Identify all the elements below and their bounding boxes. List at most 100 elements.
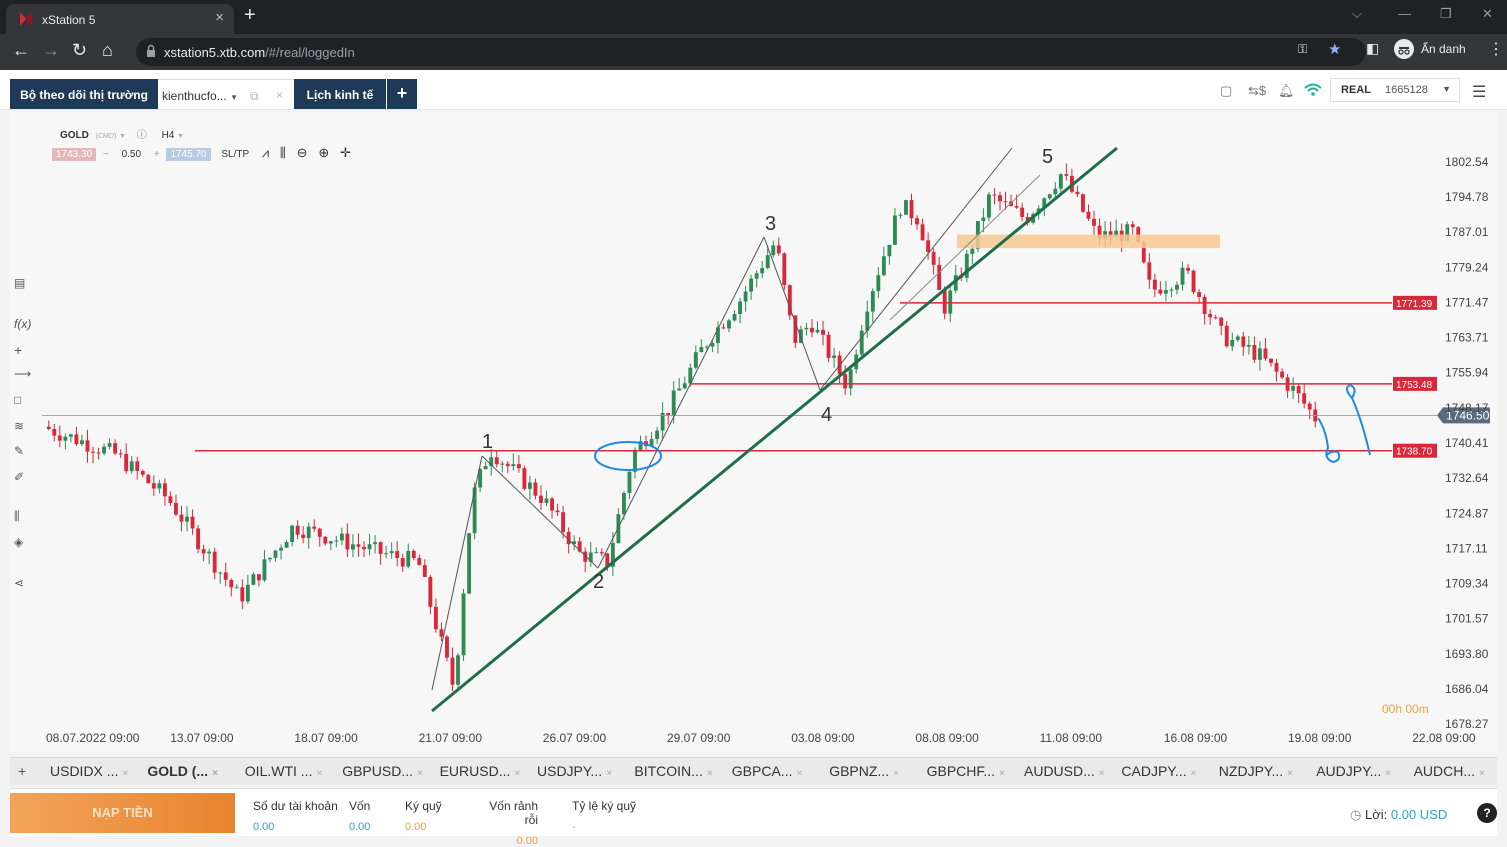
timeframe-dropdown-icon[interactable]: ▼ <box>177 133 184 140</box>
market-tab-close-icon[interactable]: × <box>212 768 218 779</box>
tab-chart[interactable]: kienthucfo... ▼ ⧉ × <box>158 79 294 109</box>
market-tab[interactable]: GBPCA... × <box>732 763 803 779</box>
symbol-dropdown-icon[interactable]: ▼ <box>119 133 126 140</box>
url-path: /#/real/loggedIn <box>265 45 355 60</box>
sidepanel-icon[interactable]: ◧ <box>1366 40 1379 57</box>
forward-icon[interactable]: → <box>42 40 60 61</box>
market-tab-label: GBPCHF... <box>926 763 996 779</box>
market-tab-close-icon[interactable]: × <box>999 768 1005 779</box>
market-tab[interactable]: GOLD (... × <box>147 763 218 779</box>
quick-trade-bar: 1743.30 − 0.50 + 1745.70 SL/TP ⩘ ⫼ ⊖ ⊕ ✛ <box>52 145 351 161</box>
popout-icon[interactable]: ⧉ <box>250 89 259 104</box>
market-tab-close-icon[interactable]: × <box>606 768 612 779</box>
browser-menu-icon[interactable]: ⋮ <box>1488 39 1504 59</box>
home-icon[interactable]: ⌂ <box>102 40 113 61</box>
url-field[interactable]: xstation5.xtb.com/#/real/loggedIn <box>136 38 1366 66</box>
tab-market-watch[interactable]: Bộ theo dõi thị trường <box>10 79 158 109</box>
add-tab-icon[interactable]: + <box>387 79 417 109</box>
volume-decrease-icon[interactable]: − <box>103 149 109 160</box>
new-tab-icon[interactable]: + <box>244 4 256 27</box>
pencil-tool-icon[interactable]: ✐ <box>14 470 24 484</box>
market-tab-close-icon[interactable]: × <box>893 768 899 779</box>
help-icon[interactable]: ? <box>1477 803 1497 823</box>
sltp-button[interactable]: SL/TP <box>221 149 249 160</box>
window-close-icon[interactable]: ✕ <box>1482 6 1493 22</box>
market-tab-close-icon[interactable]: × <box>122 768 128 779</box>
chart-type-icon[interactable]: ⩘ <box>262 145 269 160</box>
shape-tool-icon[interactable]: □ <box>14 393 21 407</box>
market-tab-label: USDIDX ... <box>50 763 119 779</box>
market-tab[interactable]: AUDUSD... × <box>1024 763 1105 779</box>
market-tab[interactable]: GBPCHF... × <box>927 763 1005 779</box>
market-tab-label: GBPUSD... <box>342 763 413 779</box>
info-icon[interactable]: ⓘ <box>137 130 147 141</box>
minimize-icon[interactable]: — <box>1398 6 1411 21</box>
fibonacci-tool-icon[interactable]: ≋ <box>14 419 24 433</box>
tab-close-icon[interactable]: × <box>215 9 224 26</box>
market-tab[interactable]: USDJPY... × <box>537 763 612 779</box>
zoom-out-icon[interactable]: ⊖ <box>297 145 308 160</box>
volume-input[interactable]: 0.50 <box>122 149 141 160</box>
market-tab-close-icon[interactable]: × <box>1191 768 1197 779</box>
key-icon[interactable]: ⚿ <box>1298 42 1307 57</box>
market-tab[interactable]: AUDJPY... × <box>1316 763 1391 779</box>
tab-chart-close-icon[interactable]: × <box>276 88 283 102</box>
account-number: 1665128 <box>1385 84 1428 96</box>
market-tab-close-icon[interactable]: × <box>316 768 322 779</box>
share-icon[interactable]: ⋖ <box>14 576 24 590</box>
market-tab[interactable]: USDIDX ... × <box>50 763 128 779</box>
sell-price-button[interactable]: 1743.30 <box>52 148 97 161</box>
market-tab[interactable]: GBPUSD... × <box>342 763 423 779</box>
profit-label: Lời: <box>1364 807 1388 822</box>
timeframe-select[interactable]: H4 <box>162 130 175 141</box>
chart-symbol[interactable]: GOLD <box>60 130 89 141</box>
market-tab-close-icon[interactable]: × <box>417 768 423 779</box>
zoom-in-icon[interactable]: ⊕ <box>318 145 329 160</box>
tab-search-icon[interactable]: ⌵ <box>1352 6 1362 22</box>
market-tab[interactable]: NZDJPY... × <box>1219 763 1293 779</box>
chart-settings-icon[interactable]: ▤ <box>14 276 25 290</box>
market-tab-close-icon[interactable]: × <box>707 768 713 779</box>
balance-value: 0.00 <box>253 821 275 833</box>
market-tab-close-icon[interactable]: × <box>796 768 802 779</box>
layers-icon[interactable]: ◈ <box>14 535 23 549</box>
back-icon[interactable]: ← <box>12 40 30 61</box>
market-tab[interactable]: AUDCH... × <box>1414 763 1485 779</box>
bell-icon[interactable]: 🔔︎ <box>1278 83 1295 99</box>
layout-icon[interactable]: ▢ <box>1220 83 1232 99</box>
browser-tab[interactable]: xStation 5 × <box>6 4 234 34</box>
currency-exchange-icon[interactable]: ⇆$ <box>1248 83 1266 99</box>
hamburger-menu-icon[interactable]: ☰ <box>1472 82 1486 102</box>
function-icon[interactable]: f(x) <box>14 317 31 331</box>
add-instrument-icon[interactable]: + <box>18 763 26 779</box>
brush-tool-icon[interactable]: ✎ <box>14 444 24 458</box>
market-tab-close-icon[interactable]: × <box>514 768 520 779</box>
tab-dropdown-icon[interactable]: ▼ <box>230 93 238 102</box>
measure-tool-icon[interactable]: ⫼ <box>14 509 20 524</box>
indicators-icon[interactable]: ⫼ <box>280 145 286 160</box>
margin-level-value: - <box>572 821 576 833</box>
market-tab-close-icon[interactable]: × <box>1385 768 1391 779</box>
deposit-button[interactable]: NẠP TIỀN <box>10 793 235 833</box>
market-tab-close-icon[interactable]: × <box>1287 768 1293 779</box>
market-tab[interactable]: CADJPY... × <box>1121 763 1196 779</box>
xtb-favicon-icon <box>20 12 32 26</box>
volume-increase-icon[interactable]: + <box>154 149 160 160</box>
market-tab-close-icon[interactable]: × <box>1099 768 1105 779</box>
line-tool-icon[interactable]: ⟶ <box>14 367 31 381</box>
market-tab-close-icon[interactable]: × <box>1479 768 1485 779</box>
bookmark-star-icon[interactable]: ★ <box>1328 40 1341 58</box>
market-tab[interactable]: OIL.WTI ... × <box>245 763 323 779</box>
market-tab[interactable]: GBPNZ... × <box>829 763 899 779</box>
margin-level-block: Tỷ lệ ký quỹ - <box>572 799 636 833</box>
buy-price-button[interactable]: 1745.70 <box>166 148 211 161</box>
crosshair-icon[interactable]: ✛ <box>340 145 351 160</box>
tab-economic-calendar[interactable]: Lịch kinh tế <box>294 79 386 109</box>
account-selector[interactable]: REAL 1665128 ▼ <box>1330 78 1460 102</box>
market-tab[interactable]: EURUSD... × <box>440 763 521 779</box>
reload-icon[interactable]: ↻ <box>72 40 87 61</box>
crosshair-tool-icon[interactable]: + <box>14 342 22 358</box>
market-tab[interactable]: BITCOIN... × <box>634 763 712 779</box>
maximize-icon[interactable]: ❐ <box>1440 6 1452 22</box>
chart-area[interactable] <box>10 112 1497 752</box>
